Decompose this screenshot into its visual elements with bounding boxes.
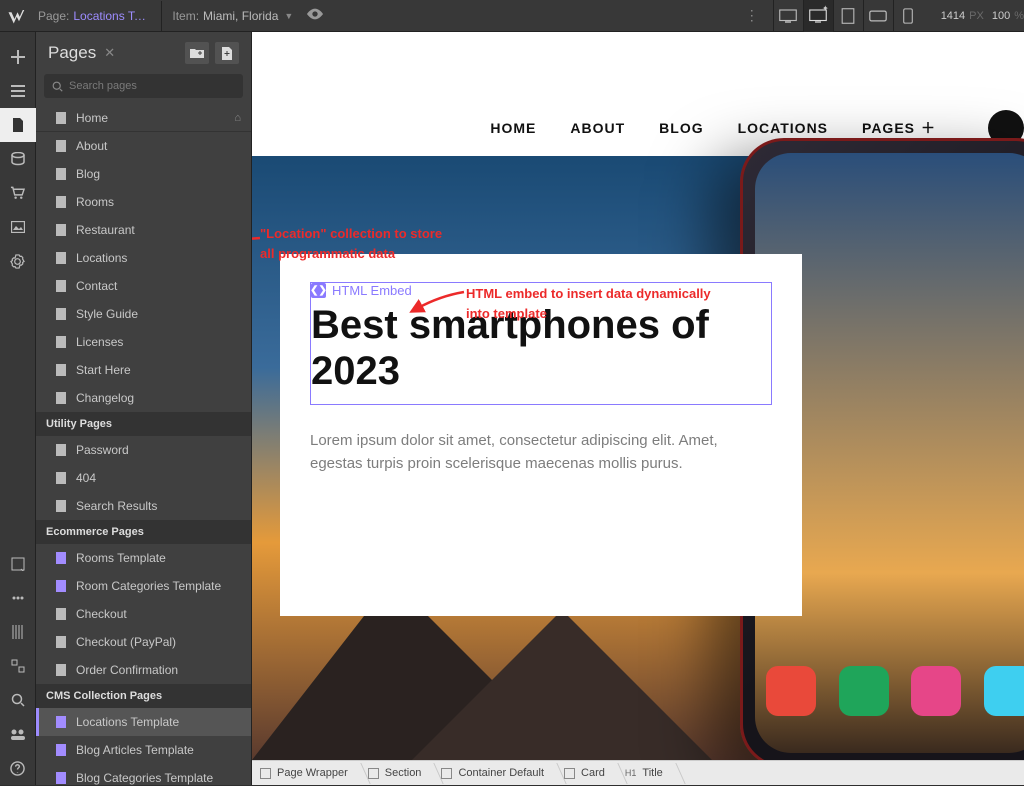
add-element-icon[interactable] — [0, 40, 36, 74]
page-item-restaurant[interactable]: Restaurant — [36, 216, 251, 244]
annotation-1: "Location" collection to store all progr… — [260, 224, 442, 263]
page-item-locations[interactable]: Locations — [36, 244, 251, 272]
more-icon[interactable]: ⋮ — [745, 7, 759, 24]
nav-locations[interactable]: LOCATIONS — [738, 120, 828, 136]
help-icon[interactable] — [0, 751, 36, 785]
new-page-button[interactable] — [215, 42, 239, 64]
card-body[interactable]: Lorem ipsum dolor sit amet, consectetur … — [310, 429, 772, 476]
page-item-order-confirmation[interactable]: Order Confirmation — [36, 656, 251, 684]
breadcrumb: Page Wrapper Section Container Default C… — [252, 760, 1024, 785]
pages-panel: Pages ✕ Search pages Home⌂ About Blog Ro… — [36, 32, 252, 785]
new-folder-button[interactable] — [185, 42, 209, 64]
breadcrumb-item[interactable]: Container Default — [433, 761, 556, 786]
nav-home[interactable]: HOME — [490, 120, 536, 136]
item-value[interactable]: Miami, Florida — [203, 9, 278, 23]
page-item-room-categories[interactable]: Room Categories Template — [36, 572, 251, 600]
page-item-searchresults[interactable]: Search Results — [36, 492, 251, 520]
arrow-icon — [412, 286, 472, 321]
page-item-rooms-template[interactable]: Rooms Template — [36, 544, 251, 572]
page-value[interactable]: Locations Te… — [73, 9, 151, 23]
page-item-blog-articles[interactable]: Blog Articles Template — [36, 736, 251, 764]
device-desktop-xl[interactable] — [773, 0, 803, 32]
breadcrumb-item[interactable]: Page Wrapper — [252, 761, 360, 786]
search-icon[interactable] — [0, 683, 36, 717]
page-item-404[interactable]: 404 — [36, 464, 251, 492]
page-item-home[interactable]: Home⌂ — [36, 104, 251, 132]
arrow-icon — [252, 232, 268, 267]
canvas-dimensions[interactable]: 1414PX100% — [941, 10, 1024, 22]
nav-about[interactable]: ABOUT — [570, 120, 625, 136]
close-icon[interactable]: ✕ — [104, 45, 115, 61]
page-item-styleguide[interactable]: Style Guide — [36, 300, 251, 328]
page-item-checkout-paypal[interactable]: Checkout (PayPal) — [36, 628, 251, 656]
code-icon: ❮❯ — [311, 283, 326, 298]
section-cms: CMS Collection Pages — [36, 684, 251, 708]
breadcrumb-item[interactable]: Section — [360, 761, 434, 786]
assets-icon[interactable] — [0, 210, 36, 244]
preview-icon[interactable] — [307, 8, 323, 23]
device-desktop[interactable]: ✦ — [803, 0, 833, 32]
nav-blog[interactable]: BLOG — [659, 120, 703, 136]
section-ecommerce: Ecommerce Pages — [36, 520, 251, 544]
breadcrumb-item[interactable]: Card — [556, 761, 617, 786]
left-rail — [0, 32, 36, 785]
chevron-down-icon[interactable]: ▼ — [284, 11, 293, 21]
page-item-blog-categories[interactable]: Blog Categories Template — [36, 764, 251, 785]
search-placeholder: Search pages — [69, 80, 137, 92]
page-item-locations-template[interactable]: Locations Template — [36, 708, 251, 736]
page-item-checkout[interactable]: Checkout — [36, 600, 251, 628]
page-item-password[interactable]: Password — [36, 436, 251, 464]
page-item-licenses[interactable]: Licenses — [36, 328, 251, 356]
components-icon[interactable] — [0, 649, 36, 683]
nav-pages-dropdown[interactable]: PAGES＋ — [862, 118, 936, 138]
breadcrumb-item[interactable]: H1Title — [617, 761, 675, 786]
device-switcher: ✦ — [773, 0, 923, 32]
home-icon: ⌂ — [234, 112, 241, 124]
navigator-icon[interactable] — [0, 74, 36, 108]
settings-icon[interactable] — [0, 244, 36, 278]
device-mobile[interactable] — [893, 0, 923, 32]
page-item-rooms[interactable]: Rooms — [36, 188, 251, 216]
device-tablet[interactable] — [833, 0, 863, 32]
page-item-blog[interactable]: Blog — [36, 160, 251, 188]
section-utility: Utility Pages — [36, 412, 251, 436]
top-bar: Page: Locations Te… Item: Miami, Florida… — [0, 0, 1024, 32]
search-input[interactable]: Search pages — [44, 74, 243, 98]
page-item-contact[interactable]: Contact — [36, 272, 251, 300]
audit-icon[interactable] — [0, 547, 36, 581]
page-label: Page: — [38, 9, 69, 23]
ecommerce-icon[interactable] — [0, 176, 36, 210]
webflow-logo[interactable] — [0, 0, 32, 32]
video-icon[interactable] — [0, 717, 36, 751]
pages-panel-title: Pages — [48, 43, 96, 63]
grid-icon[interactable] — [0, 615, 36, 649]
device-mobile-landscape[interactable] — [863, 0, 893, 32]
pages-icon[interactable] — [0, 108, 36, 142]
cms-icon[interactable] — [0, 142, 36, 176]
item-label: Item: — [172, 9, 199, 23]
page-item-changelog[interactable]: Changelog — [36, 384, 251, 412]
page-item-about[interactable]: About — [36, 132, 251, 160]
page-item-starthere[interactable]: Start Here — [36, 356, 251, 384]
canvas[interactable]: HOME ABOUT BLOG LOCATIONS PAGES＋ ❮❯ HTML … — [252, 32, 1024, 760]
annotation-2: HTML embed to insert data dynamically in… — [466, 284, 711, 323]
find-icon[interactable] — [0, 581, 36, 615]
